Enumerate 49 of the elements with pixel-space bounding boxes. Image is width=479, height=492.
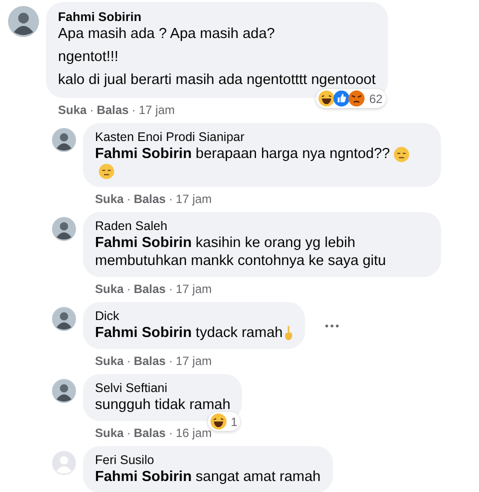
separator: · bbox=[132, 103, 136, 117]
action-link[interactable]: Suka bbox=[58, 103, 87, 117]
comment-text: Apa masih ada ? Apa masih ada? bbox=[58, 25, 275, 43]
separator: · bbox=[126, 192, 131, 206]
angry-face-icon bbox=[348, 90, 366, 107]
timestamp[interactable]: 17 jam bbox=[176, 282, 212, 296]
separator: · bbox=[168, 282, 173, 296]
comment-text: Fahmi Sobirin kasihin ke orang yg lebih membutuhkan mankk contohnya ke saya gitu bbox=[95, 234, 387, 270]
separator: · bbox=[126, 426, 131, 440]
separator: · bbox=[126, 282, 131, 296]
action-link[interactable]: Suka bbox=[95, 426, 124, 440]
action-link[interactable]: Balas bbox=[134, 426, 166, 440]
separator: · bbox=[168, 192, 173, 206]
comment-text: ngentot!!! bbox=[58, 48, 118, 66]
separator: · bbox=[126, 354, 131, 368]
author-name[interactable]: Fahmi Sobirin bbox=[58, 9, 376, 25]
action-link[interactable]: Balas bbox=[134, 354, 166, 368]
comment-text: Fahmi Sobirin tydack ramah bbox=[95, 324, 283, 342]
author-name[interactable]: Selvi Seftiani bbox=[95, 380, 230, 396]
separator: · bbox=[168, 426, 173, 440]
separator: · bbox=[168, 354, 173, 368]
author-name[interactable]: Raden Saleh bbox=[95, 218, 429, 234]
more-options-icon[interactable] bbox=[324, 324, 339, 328]
comment-text: Fahmi Sobirin berapaan harga nya ngntod?? bbox=[95, 145, 390, 163]
thumbs-up-icon bbox=[333, 90, 350, 107]
action-link[interactable]: Suka bbox=[95, 282, 124, 296]
expressionless-face-icon bbox=[98, 163, 115, 180]
action-link[interactable]: Balas bbox=[134, 192, 166, 206]
timestamp[interactable]: 17 jam bbox=[176, 192, 212, 206]
timestamp[interactable]: 17 jam bbox=[176, 354, 212, 368]
reaction-badge[interactable]: 1 bbox=[208, 412, 240, 431]
laughing-face-icon bbox=[210, 413, 227, 430]
reaction-badge[interactable]: 62 bbox=[316, 89, 386, 108]
comment-text: sungguh tidak ramah bbox=[95, 396, 230, 414]
timestamp[interactable]: 17 jam bbox=[138, 103, 175, 117]
reaction-count: 1 bbox=[230, 414, 238, 428]
expressionless-face-icon bbox=[392, 146, 410, 162]
laughing-face-icon bbox=[318, 90, 336, 107]
author-name[interactable]: Kasten Enoi Prodi Sianipar bbox=[95, 129, 429, 145]
author-name[interactable]: Feri Susilo bbox=[95, 452, 321, 468]
reaction-count: 62 bbox=[369, 92, 383, 106]
action-link[interactable]: Suka bbox=[95, 354, 124, 368]
action-link[interactable]: Balas bbox=[134, 282, 166, 296]
action-link[interactable]: Balas bbox=[96, 103, 129, 117]
comment-text: Fahmi Sobirin sangat amat ramah bbox=[95, 468, 321, 486]
author-name[interactable]: Dick bbox=[95, 308, 293, 324]
comment-text: kalo di jual berarti masih ada ngentotttt ngentooot bbox=[58, 71, 376, 89]
action-link[interactable]: Suka bbox=[95, 192, 124, 206]
separator: · bbox=[90, 103, 94, 117]
